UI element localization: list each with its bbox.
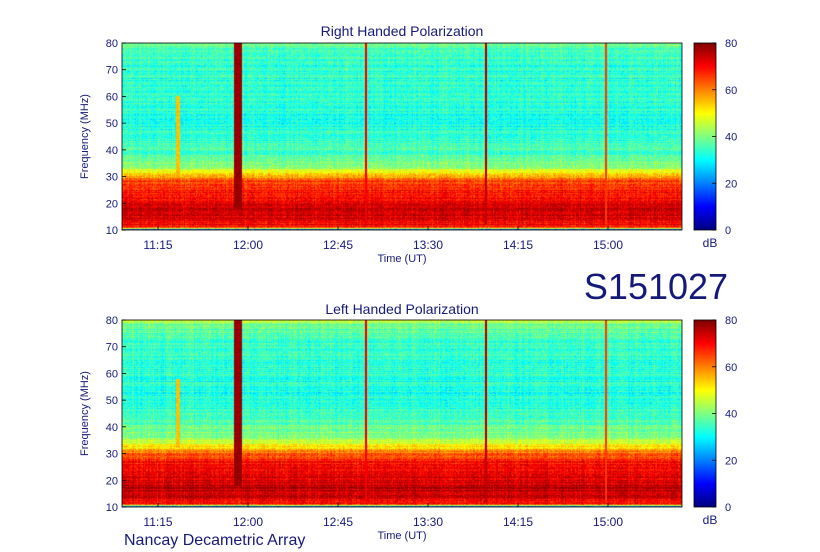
instrument-label: Nancay Decametric Array — [124, 532, 305, 549]
y-tick-label: 10 — [106, 225, 118, 237]
y-tick-label: 20 — [106, 198, 118, 210]
x-axis-label: Time (UT) — [377, 530, 426, 542]
y-tick-label: 40 — [106, 422, 118, 434]
heatmap-cells — [122, 320, 682, 507]
colorbar-tick-label: 60 — [725, 362, 737, 374]
y-tick-label: 40 — [106, 145, 118, 157]
colorbar-tick-label: 60 — [725, 85, 737, 97]
x-tick-label: 12:00 — [233, 515, 263, 529]
x-tick-label: 14:15 — [503, 515, 533, 529]
colorbar-tick-label: 20 — [725, 455, 737, 467]
x-tick-label: 12:45 — [323, 238, 353, 252]
y-tick-label: 50 — [106, 395, 118, 407]
panel-left-handed: Left Handed Polarization 11:15 12:00 12:45 1… — [79, 301, 737, 542]
y-tick-label: 20 — [106, 475, 118, 487]
x-tick-label: 15:00 — [593, 238, 623, 252]
x-axis-label: Time (UT) — [377, 253, 426, 265]
colorbar-tick-label: 40 — [725, 132, 737, 144]
x-tick-label: 11:15 — [143, 238, 172, 252]
y-tick-label: 30 — [106, 449, 118, 461]
x-tick-label: 13:30 — [413, 515, 443, 529]
panel-title: Right Handed Polarization — [321, 23, 484, 39]
colorbar-tick-label: 80 — [725, 315, 737, 327]
colorbar-tick-label: 80 — [725, 38, 737, 50]
y-tick-label: 50 — [106, 118, 118, 130]
x-tick-label: 15:00 — [593, 515, 623, 529]
spectrogram-figure: S151027 Nancay Decametric Array Right Ha… — [79, 23, 737, 549]
panel-title: Left Handed Polarization — [325, 301, 478, 317]
y-tick-label: 80 — [106, 315, 118, 327]
y-tick-label: 60 — [106, 91, 118, 103]
colorbar-label: dB — [703, 513, 718, 527]
colorbar-tick-label: 40 — [725, 409, 737, 421]
y-tick-label: 70 — [106, 342, 118, 354]
x-tick-label: 13:30 — [413, 238, 443, 252]
colorbar-label: dB — [703, 236, 718, 250]
y-tick-label: 70 — [106, 65, 118, 77]
x-tick-label: 12:00 — [233, 238, 263, 252]
heatmap-cells — [122, 43, 682, 230]
y-tick-label: 10 — [106, 502, 118, 514]
y-tick-label: 60 — [106, 368, 118, 380]
y-tick-label: 30 — [106, 172, 118, 184]
x-tick-label: 12:45 — [323, 515, 353, 529]
colorbar-tick-label: 0 — [725, 225, 731, 237]
x-tick-label: 11:15 — [143, 515, 172, 529]
colorbar-tick-label: 0 — [725, 502, 731, 514]
panel-right-handed: Right Handed Polarization 11:15 12:00 12:45… — [79, 23, 737, 265]
y-axis-label: Frequency (MHz) — [79, 94, 91, 179]
y-axis-label: Frequency (MHz) — [79, 371, 91, 456]
colorbar-tick-label: 20 — [725, 178, 737, 190]
y-tick-label: 80 — [106, 38, 118, 50]
event-id-label: S151027 — [584, 266, 728, 307]
x-tick-label: 14:15 — [503, 238, 533, 252]
